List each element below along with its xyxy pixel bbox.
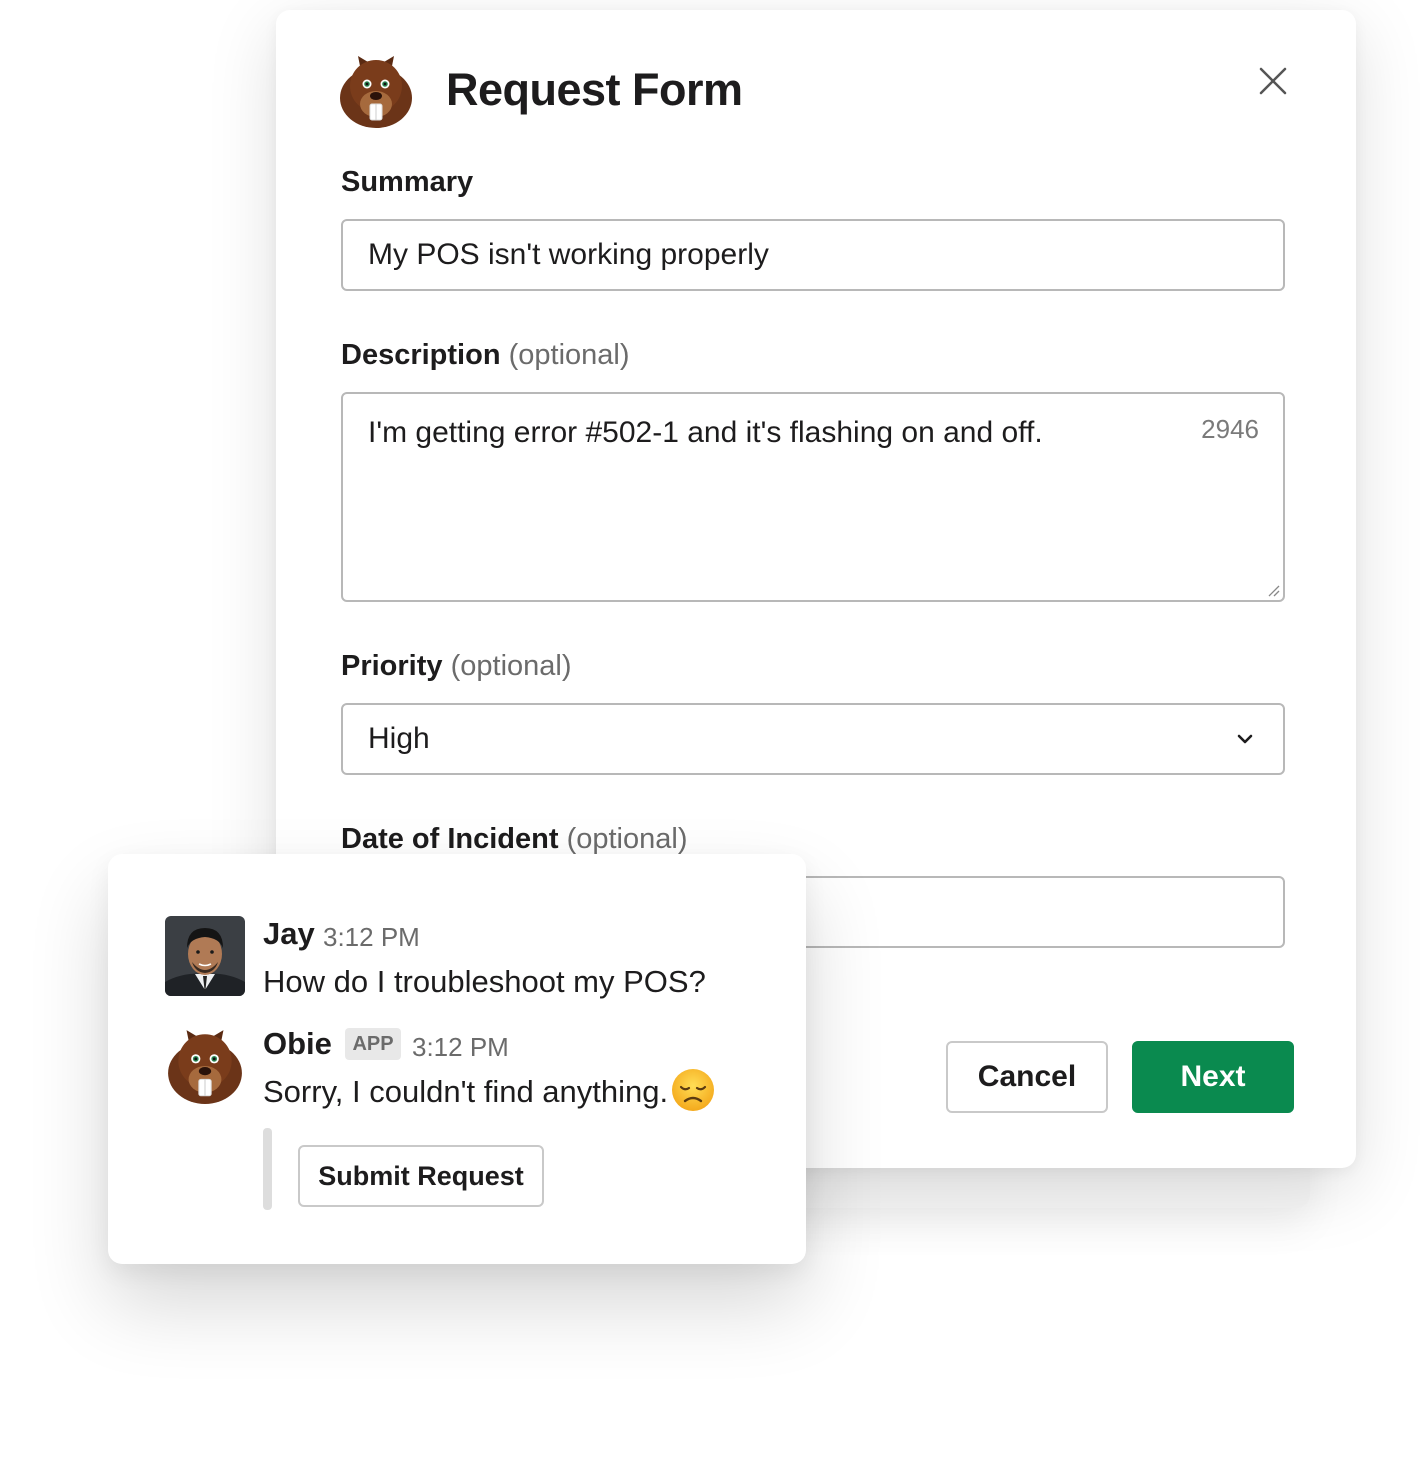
message-text: How do I troubleshoot my POS? [263, 964, 706, 999]
chevron-down-icon [1237, 734, 1253, 744]
char-count: 2946 [1201, 414, 1259, 444]
cancel-button[interactable]: Cancel [946, 1041, 1108, 1113]
beaver-logo-icon [340, 56, 412, 128]
summary-input[interactable]: My POS isn't working properly [341, 219, 1285, 291]
date-label-text: Date of Incident [341, 823, 559, 855]
description-label: Description (optional) [341, 339, 630, 372]
description-value: I'm getting error #502-1 and it's flashi… [368, 416, 1043, 449]
chat-card: Jay 3:12 PM How do I troubleshoot my POS… [108, 854, 806, 1264]
description-optional-text: (optional) [508, 339, 630, 371]
summary-label-text: Summary [341, 166, 474, 198]
date-optional-text: (optional) [566, 823, 688, 855]
user-avatar-image [165, 916, 245, 996]
message-author[interactable]: Jay [263, 916, 315, 952]
app-badge: APP [345, 1028, 401, 1060]
message-text: Sorry, I couldn't find anything. [263, 1074, 669, 1109]
priority-optional-text: (optional) [450, 650, 572, 682]
message-timestamp[interactable]: 3:12 PM [412, 1032, 509, 1063]
user-avatar[interactable] [165, 916, 245, 996]
disappointed-face-icon [672, 1068, 715, 1111]
attachment-bar [263, 1128, 272, 1210]
summary-label: Summary [341, 166, 473, 199]
message-text-row: Sorry, I couldn't find anything. [263, 1068, 716, 1113]
priority-value: High [368, 722, 430, 755]
next-button[interactable]: Next [1132, 1041, 1294, 1113]
beaver-avatar[interactable] [165, 1026, 245, 1106]
description-label-text: Description [341, 339, 501, 371]
summary-value: My POS isn't working properly [368, 238, 769, 271]
description-textarea[interactable]: I'm getting error #502-1 and it's flashi… [341, 392, 1285, 602]
beaver-avatar-icon [168, 1030, 242, 1104]
priority-label-text: Priority [341, 650, 443, 682]
submit-request-button[interactable]: Submit Request [298, 1145, 544, 1207]
message-author[interactable]: Obie [263, 1026, 332, 1062]
priority-label: Priority (optional) [341, 650, 572, 683]
date-label: Date of Incident (optional) [341, 823, 687, 856]
close-icon[interactable] [1256, 64, 1290, 98]
modal-title: Request Form [446, 64, 743, 115]
resize-grip-icon[interactable] [1266, 583, 1280, 597]
message-timestamp[interactable]: 3:12 PM [323, 922, 420, 953]
priority-select[interactable]: High [341, 703, 1285, 775]
